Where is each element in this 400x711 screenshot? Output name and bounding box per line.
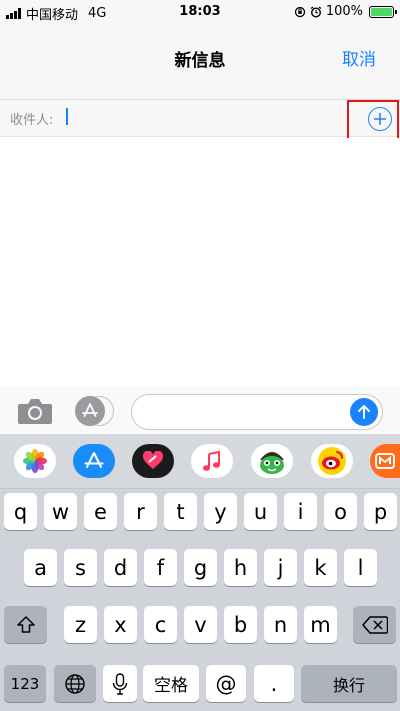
orientation-lock-icon: [294, 6, 306, 18]
key-p[interactable]: p: [364, 493, 397, 530]
signal-icon: [6, 8, 21, 19]
recipient-row: 收件人:: [0, 100, 400, 137]
add-contact-button[interactable]: [368, 107, 392, 131]
status-bar: 中国移动 4G 18:03 100%: [0, 0, 400, 24]
keyboard: q w e r t y u i o p a s d f g h j k l z …: [0, 434, 400, 711]
globe-icon: [65, 673, 85, 694]
game-app-button[interactable]: [251, 444, 293, 478]
at-key[interactable]: @: [206, 665, 246, 702]
key-i[interactable]: i: [284, 493, 317, 530]
status-left: 中国移动 4G: [6, 4, 106, 23]
microphone-icon: [112, 672, 128, 695]
camera-button[interactable]: [17, 397, 53, 425]
key-g[interactable]: g: [184, 549, 217, 586]
camera-icon: [18, 399, 52, 424]
key-w[interactable]: w: [44, 493, 77, 530]
key-x[interactable]: x: [104, 606, 137, 643]
battery-fill: [371, 7, 392, 16]
message-area: [0, 138, 400, 386]
heart-icon: [142, 451, 164, 469]
key-t[interactable]: t: [164, 493, 197, 530]
plus-circle-icon: [374, 113, 386, 125]
app-store-button[interactable]: [75, 396, 105, 426]
shift-key[interactable]: [4, 606, 47, 643]
photos-app-button[interactable]: [14, 444, 56, 478]
key-f[interactable]: f: [144, 549, 177, 586]
key-a[interactable]: a: [24, 549, 57, 586]
message-input[interactable]: [131, 394, 383, 430]
key-y[interactable]: y: [204, 493, 237, 530]
arrow-up-icon: [358, 405, 370, 419]
key-e[interactable]: e: [84, 493, 117, 530]
backspace-icon: [361, 615, 388, 634]
status-right: 100%: [294, 4, 397, 19]
key-s[interactable]: s: [64, 549, 97, 586]
cancel-button[interactable]: 取消: [342, 45, 376, 70]
key-z[interactable]: z: [64, 606, 97, 643]
app-store-app-icon: [84, 452, 104, 468]
recipient-input[interactable]: [64, 106, 334, 130]
recipient-label: 收件人:: [10, 113, 54, 128]
key-q[interactable]: q: [4, 493, 37, 530]
page-title: 新信息: [174, 51, 226, 71]
app-strip: [0, 434, 400, 489]
key-j[interactable]: j: [264, 549, 297, 586]
music-note-icon: [203, 450, 220, 471]
globe-key[interactable]: [54, 665, 96, 702]
return-key[interactable]: 换行: [301, 665, 397, 702]
carrier-name: 中国移动: [26, 8, 79, 23]
key-b[interactable]: b: [224, 606, 257, 643]
digital-touch-app-button[interactable]: [132, 444, 174, 478]
game-character-icon: [260, 452, 284, 474]
app-store-icon: [82, 403, 98, 417]
delete-key[interactable]: [353, 606, 396, 643]
weibo-icon: [318, 447, 346, 475]
alarm-icon: [310, 5, 322, 18]
photos-app-icon: [23, 449, 47, 473]
music-app-button[interactable]: [191, 444, 233, 478]
send-button[interactable]: [350, 398, 378, 426]
key-d[interactable]: d: [104, 549, 137, 586]
key-c[interactable]: c: [144, 606, 177, 643]
microphone-key[interactable]: [103, 665, 137, 702]
weibo-app-button[interactable]: [311, 444, 353, 478]
shift-icon: [16, 615, 35, 633]
mango-tv-app-button[interactable]: [370, 444, 400, 478]
nav-bar: 新信息 取消: [0, 24, 400, 100]
compose-bar: [0, 386, 400, 434]
numbers-key[interactable]: 123: [4, 665, 46, 702]
key-o[interactable]: o: [324, 493, 357, 530]
mango-tv-icon: [375, 453, 395, 469]
key-r[interactable]: r: [124, 493, 157, 530]
key-k[interactable]: k: [304, 549, 337, 586]
dot-key[interactable]: .: [254, 665, 294, 702]
key-n[interactable]: n: [264, 606, 297, 643]
network-type: 4G: [88, 6, 107, 21]
key-v[interactable]: v: [184, 606, 217, 643]
key-u[interactable]: u: [244, 493, 277, 530]
key-l[interactable]: l: [344, 549, 377, 586]
text-caret: [66, 108, 68, 125]
battery-percent: 100%: [325, 4, 363, 19]
space-key[interactable]: 空格: [143, 665, 199, 702]
app-store-app-button[interactable]: [73, 444, 115, 478]
battery-icon: [369, 5, 397, 18]
key-m[interactable]: m: [304, 606, 337, 643]
key-h[interactable]: h: [224, 549, 257, 586]
